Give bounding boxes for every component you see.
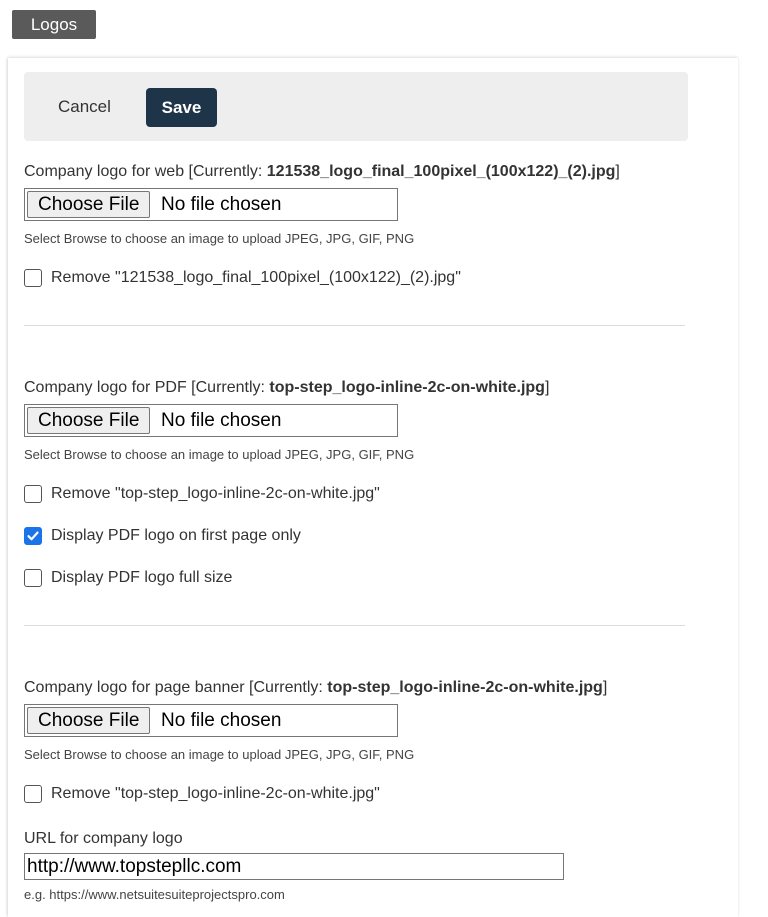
web-logo-remove-row[interactable]: Remove "121538_logo_final_100pixel_(100x… <box>24 267 461 289</box>
web-logo-remove-checkbox[interactable] <box>24 269 42 287</box>
banner-logo-choose-file-button[interactable]: Choose File <box>27 707 151 734</box>
section-divider <box>24 625 685 626</box>
pdf-first-page-checkbox[interactable] <box>24 527 42 545</box>
banner-logo-file-input[interactable]: Choose File No file chosen <box>24 704 398 737</box>
section-divider <box>24 325 685 326</box>
banner-logo-file-status: No file chosen <box>161 710 282 731</box>
pdf-logo-file-input[interactable]: Choose File No file chosen <box>24 404 398 437</box>
pdf-logo-remove-checkbox[interactable] <box>24 485 42 503</box>
web-logo-choose-file-button[interactable]: Choose File <box>27 191 151 218</box>
banner-logo-label: Company logo for page banner [Currently:… <box>24 679 608 696</box>
banner-logo-remove-checkbox[interactable] <box>24 785 42 803</box>
pdf-logo-label: Company logo for PDF [Currently: top-ste… <box>24 379 550 396</box>
pdf-first-page-row[interactable]: Display PDF logo on first page only <box>24 525 301 547</box>
web-logo-current-file: 121538_logo_final_100pixel_(100x122)_(2)… <box>266 163 616 180</box>
pdf-logo-choose-file-button[interactable]: Choose File <box>27 407 151 434</box>
web-logo-file-status: No file chosen <box>161 194 282 215</box>
logos-tab[interactable]: Logos <box>12 10 96 39</box>
web-logo-hint: Select Browse to choose an image to uplo… <box>24 231 415 246</box>
pdf-logo-remove-row[interactable]: Remove "top-step_logo-inline-2c-on-white… <box>24 483 380 505</box>
pdf-full-size-row[interactable]: Display PDF logo full size <box>24 567 232 589</box>
action-bar: Cancel Save <box>24 72 688 141</box>
url-field-label: URL for company logo <box>24 830 183 847</box>
url-field-hint: e.g. https://www.netsuitesuiteprojectspr… <box>24 887 285 902</box>
cancel-button[interactable]: Cancel <box>58 93 111 121</box>
banner-logo-remove-row[interactable]: Remove "top-step_logo-inline-2c-on-white… <box>24 783 380 805</box>
company-logo-url-input[interactable] <box>24 853 564 880</box>
pdf-logo-hint: Select Browse to choose an image to uplo… <box>24 447 415 462</box>
logos-panel: Cancel Save Company logo for web [Curren… <box>8 58 738 917</box>
banner-logo-hint: Select Browse to choose an image to uplo… <box>24 747 415 762</box>
banner-logo-remove-label: Remove "top-step_logo-inline-2c-on-white… <box>51 785 380 802</box>
save-button[interactable]: Save <box>146 88 217 127</box>
pdf-logo-file-status: No file chosen <box>161 410 282 431</box>
pdf-first-page-label: Display PDF logo on first page only <box>51 527 301 544</box>
pdf-logo-current-file: top-step_logo-inline-2c-on-white.jpg <box>269 379 545 396</box>
web-logo-remove-label: Remove "121538_logo_final_100pixel_(100x… <box>51 269 461 286</box>
web-logo-label: Company logo for web [Currently: 121538_… <box>24 163 620 180</box>
banner-logo-current-file: top-step_logo-inline-2c-on-white.jpg <box>327 679 603 696</box>
web-logo-file-input[interactable]: Choose File No file chosen <box>24 188 398 221</box>
pdf-full-size-label: Display PDF logo full size <box>51 569 233 586</box>
checkmark-icon <box>27 531 39 541</box>
pdf-full-size-checkbox[interactable] <box>24 569 42 587</box>
pdf-logo-remove-label: Remove "top-step_logo-inline-2c-on-white… <box>51 485 380 502</box>
